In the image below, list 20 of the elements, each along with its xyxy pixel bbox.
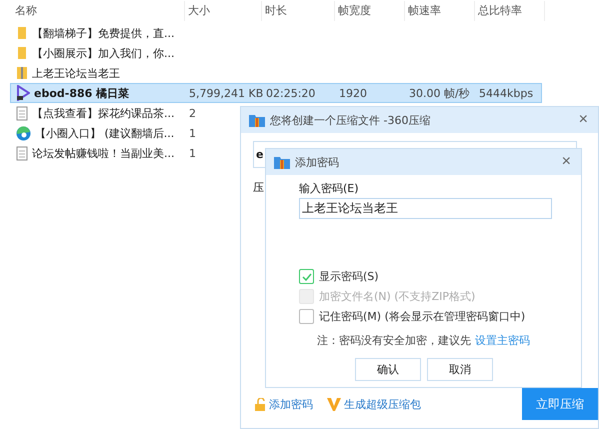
table-cell-text: 1920 [338, 86, 367, 100]
file-name: 【点我查看】探花约课品茶... [32, 106, 174, 120]
table-cell-text: 5,799,241 KB [188, 86, 264, 100]
table-cell-text: 30.00 帧/秒 [408, 86, 470, 100]
window-title: 您将创建一个压缩文件 -360压缩 [270, 112, 432, 128]
table-cell-text: 2 [188, 106, 196, 120]
file-name: 【翻墙梯子】免费提供，直... [32, 26, 174, 40]
file-name: ebod-886 橘日菜 [34, 86, 130, 100]
table-cell-text: 1 [188, 126, 196, 140]
note-text: 注：密码没有安全加密，建议先 设置主密码 [316, 333, 531, 348]
file-name: 上老王论坛当老王 [32, 66, 120, 80]
field-label: 压 [253, 180, 264, 195]
table-cell-text: 1 [188, 146, 196, 160]
file-name: 【小圈展示】加入我们，你... [32, 46, 174, 60]
window-title: 添加密码 [295, 154, 340, 170]
file-name: 【小圈入口】 (建议翻墙后... [35, 126, 174, 140]
table-cell-text: 02:25:20 [265, 86, 316, 100]
file-name: 论坛发帖赚钱啦！当副业美... [32, 146, 174, 160]
field-label: 输入密码(E) [299, 181, 360, 196]
table-cell-text: 5444kbps [478, 86, 534, 100]
